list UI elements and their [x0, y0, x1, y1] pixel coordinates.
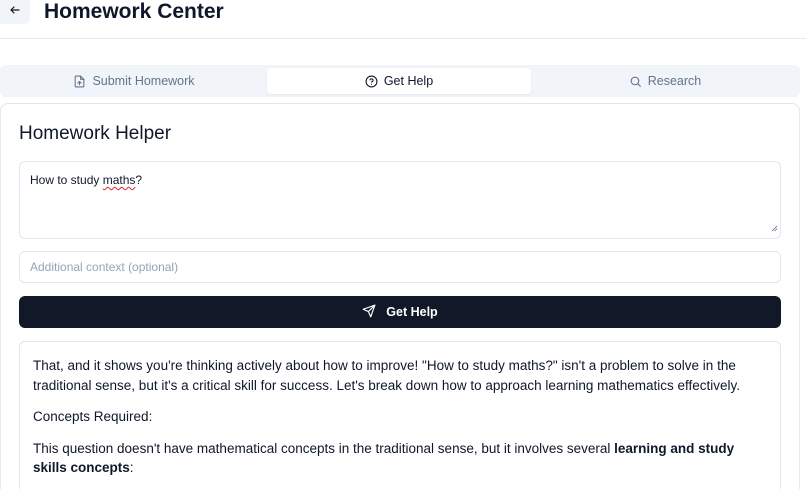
- resize-handle-icon[interactable]: [771, 220, 778, 236]
- question-text: How to study maths?: [30, 173, 143, 187]
- page-title: Homework Center: [44, 0, 224, 23]
- send-icon: [362, 304, 376, 321]
- get-help-label: Get Help: [386, 305, 438, 319]
- tab-submit-homework[interactable]: Submit Homework: [3, 68, 265, 94]
- help-circle-icon: [365, 75, 378, 88]
- get-help-button[interactable]: Get Help: [19, 296, 781, 328]
- file-upload-icon: [73, 75, 86, 88]
- response-paragraph: That, and it shows you're thinking activ…: [33, 358, 740, 393]
- tab-bar: Submit Homework Get Help Research: [0, 65, 800, 97]
- tab-get-help[interactable]: Get Help: [267, 68, 531, 94]
- back-button[interactable]: [0, 0, 30, 24]
- spellcheck-word: maths: [102, 173, 136, 187]
- response-heading: Concepts Required:: [33, 409, 153, 424]
- response-paragraph: This question doesn't have mathematical …: [33, 440, 735, 476]
- tab-label: Get Help: [383, 74, 434, 88]
- homework-helper-card: Homework Helper How to study maths? Addi…: [0, 103, 800, 489]
- search-icon: [629, 75, 642, 88]
- card-title: Homework Helper: [19, 123, 172, 144]
- tab-research[interactable]: Research: [533, 68, 797, 94]
- question-textarea[interactable]: How to study maths?: [19, 161, 781, 239]
- arrow-left-icon: [9, 3, 21, 21]
- context-placeholder: Additional context (optional): [30, 260, 179, 274]
- tab-label: Submit Homework: [92, 74, 195, 88]
- app-header: Homework Center: [0, 0, 806, 39]
- tab-label: Research: [647, 74, 702, 88]
- response-panel: That, and it shows you're thinking activ…: [19, 341, 781, 489]
- context-input[interactable]: Additional context (optional): [19, 251, 781, 283]
